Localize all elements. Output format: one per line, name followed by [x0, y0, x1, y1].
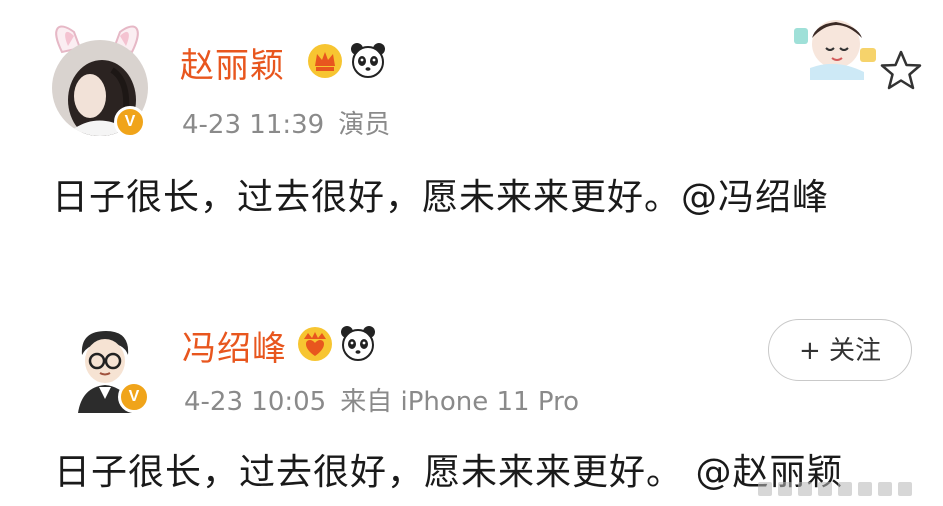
heart-crown-badge-icon — [298, 327, 332, 361]
username[interactable]: 冯绍峰 — [182, 321, 287, 370]
verified-badge: V — [114, 106, 146, 138]
cartoon-sticker-icon — [794, 20, 876, 80]
post-source: 演员 — [338, 110, 391, 140]
avatar[interactable]: V — [44, 18, 150, 138]
username[interactable]: 赵丽颖 — [180, 38, 285, 87]
panda-icon — [351, 43, 385, 78]
post-content: 日子很长，过去很好，愿未来来更好。@冯绍峰 — [52, 177, 830, 218]
follow-button[interactable]: + 关注 — [768, 319, 912, 381]
panda-icon — [341, 326, 375, 361]
post-content: 日子很长，过去很好，愿未来来更好。 @赵丽颖 — [54, 452, 844, 493]
post-meta: 4-23 11:39 演员 — [182, 104, 390, 141]
weibo-post: V 冯绍峰 4-23 10:05 来自 iPhone 11 Pro + 关注 日子… — [0, 295, 943, 506]
crown-badge-icon — [308, 44, 342, 78]
post-time: 4-23 10:05 — [184, 387, 327, 417]
watermark — [758, 482, 912, 496]
star-icon[interactable] — [878, 48, 924, 94]
weibo-post: V 赵丽颖 4-23 11:39 演员 日子很长，过去很好，愿未来来更好。@冯绍峰 — [0, 0, 943, 260]
weibo-screenshot: V 赵丽颖 4-23 11:39 演员 日子很长，过去很好，愿未来来更好。@冯绍峰 — [0, 0, 943, 506]
verified-badge: V — [118, 381, 150, 413]
post-time: 4-23 11:39 — [182, 110, 325, 140]
post-source: 来自 iPhone 11 Pro — [340, 387, 580, 417]
post-meta: 4-23 10:05 来自 iPhone 11 Pro — [184, 381, 579, 418]
avatar[interactable]: V — [68, 325, 152, 413]
